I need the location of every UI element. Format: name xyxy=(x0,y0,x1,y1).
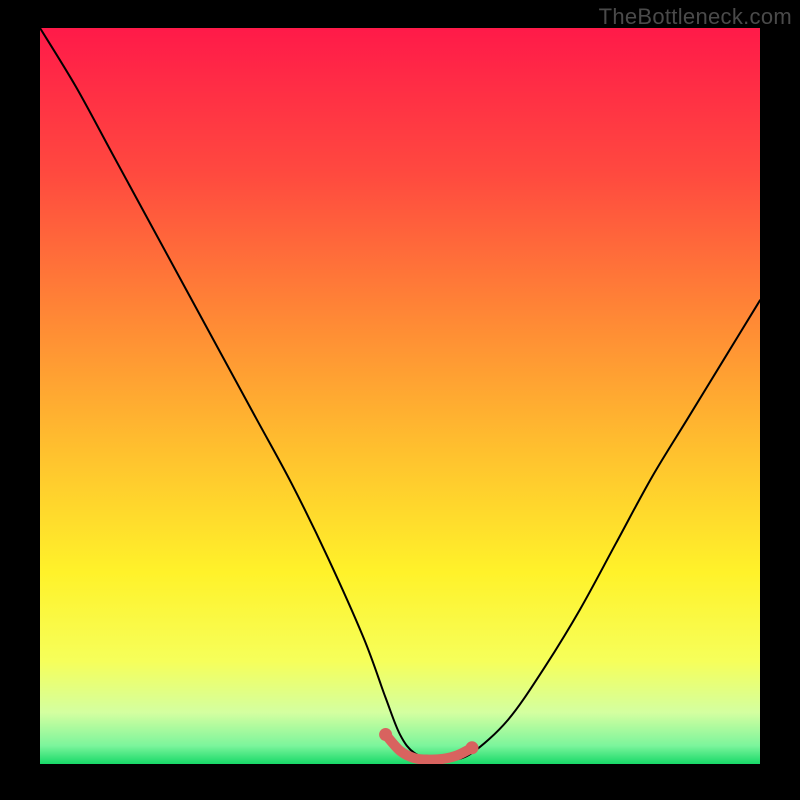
gradient-background xyxy=(40,28,760,764)
watermark-text: TheBottleneck.com xyxy=(599,4,792,30)
chart-svg xyxy=(40,28,760,764)
plot-area xyxy=(40,28,760,764)
chart-frame: TheBottleneck.com xyxy=(0,0,800,800)
highlight-dot-0 xyxy=(379,728,392,741)
highlight-dot-1 xyxy=(466,741,479,754)
